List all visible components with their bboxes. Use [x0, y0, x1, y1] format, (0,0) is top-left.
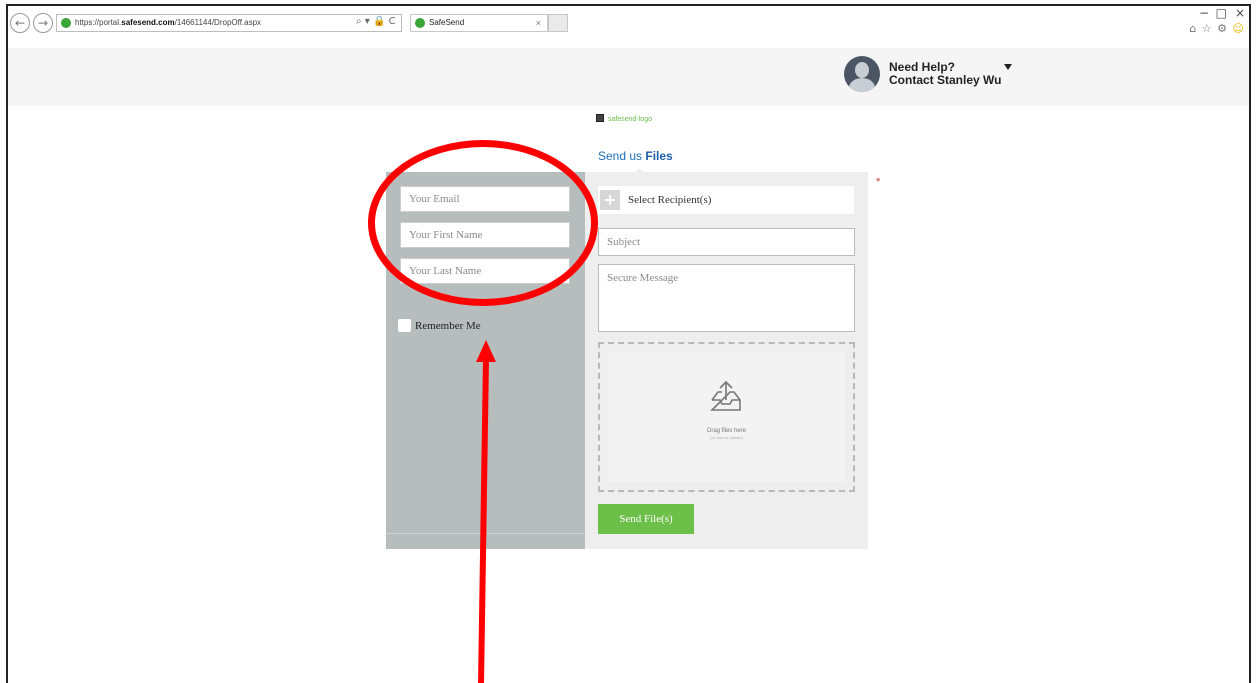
- screenshot-frame: ← → https://portal.safesend.com/14661144…: [6, 4, 1251, 683]
- arrow-shaft: [478, 357, 489, 683]
- annotation-arrow: [476, 340, 496, 683]
- arrow-head: [476, 340, 496, 362]
